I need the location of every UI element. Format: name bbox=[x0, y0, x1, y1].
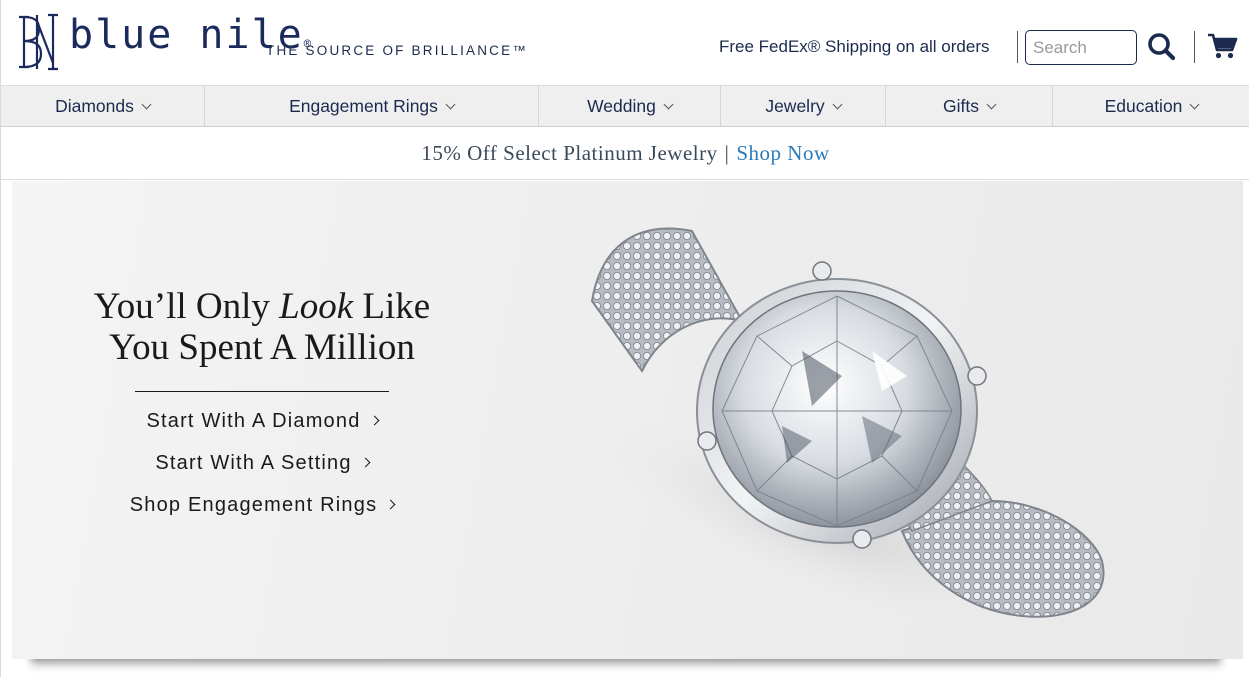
search-button[interactable] bbox=[1147, 31, 1177, 63]
hero-banner[interactable]: You’ll Only Look Like You Spent A Million… bbox=[12, 181, 1243, 659]
promo-banner: 15% Off Select Platinum Jewelry | Shop N… bbox=[1, 127, 1249, 180]
nav-item-jewelry[interactable]: Jewelry bbox=[721, 86, 886, 126]
cta-label: Start With A Setting bbox=[155, 452, 352, 474]
promo-text: 15% Off Select Platinum Jewelry bbox=[421, 140, 718, 165]
headline-part1: You’ll Only bbox=[93, 286, 280, 327]
headline-line2: You Spent A Million bbox=[109, 327, 415, 368]
header-divider bbox=[1017, 31, 1018, 63]
cta-label: Shop Engagement Rings bbox=[129, 494, 378, 516]
chevron-down-icon bbox=[663, 99, 674, 109]
headline-divider bbox=[135, 391, 389, 392]
shop-now-link[interactable]: Shop Now bbox=[736, 141, 829, 166]
nav-item-label: Wedding bbox=[587, 95, 656, 116]
main-nav: Diamonds Engagement Rings Wedding Jewelr… bbox=[1, 85, 1249, 127]
chevron-down-icon bbox=[832, 99, 843, 109]
headline-part2: Like bbox=[353, 286, 431, 327]
chevron-right-icon bbox=[385, 499, 396, 510]
nav-item-label: Jewelry bbox=[765, 95, 825, 116]
nav-item-wedding[interactable]: Wedding bbox=[539, 86, 721, 126]
shipping-promo-text[interactable]: Free FedEx® Shipping on all orders bbox=[719, 37, 990, 57]
chevron-down-icon bbox=[141, 99, 152, 109]
chevron-right-icon bbox=[360, 457, 371, 468]
nav-item-label: Diamonds bbox=[55, 95, 134, 116]
start-with-setting-link[interactable]: Start With A Setting bbox=[72, 452, 452, 475]
chevron-right-icon bbox=[369, 415, 379, 426]
header-divider bbox=[1194, 31, 1195, 63]
search-input[interactable] bbox=[1025, 30, 1137, 65]
nav-item-diamonds[interactable]: Diamonds bbox=[1, 86, 205, 126]
cart-icon bbox=[1208, 33, 1238, 59]
nav-item-gifts[interactable]: Gifts bbox=[886, 86, 1053, 126]
nav-item-label: Gifts bbox=[943, 95, 979, 116]
brand-tagline: THE SOURCE OF BRILLIANCE™ bbox=[266, 43, 529, 58]
hero-copy: You’ll Only Look Like You Spent A Million… bbox=[72, 286, 452, 517]
nav-item-engagement-rings[interactable]: Engagement Rings bbox=[205, 86, 539, 126]
headline-italic: Look bbox=[279, 286, 354, 327]
bn-monogram-icon bbox=[19, 13, 58, 71]
page: blue nile® THE SOURCE OF BRILLIANCE™ Fre… bbox=[0, 0, 1249, 677]
nav-item-label: Engagement Rings bbox=[289, 95, 438, 116]
cta-label: Start With A Diamond bbox=[146, 410, 361, 432]
shop-engagement-rings-link[interactable]: Shop Engagement Rings bbox=[72, 494, 452, 517]
hero-headline: You’ll Only Look Like You Spent A Million bbox=[72, 286, 452, 368]
cart-button[interactable] bbox=[1206, 31, 1238, 61]
chevron-down-icon bbox=[1189, 99, 1200, 109]
start-with-diamond-link[interactable]: Start With A Diamond bbox=[72, 410, 452, 433]
site-header: blue nile® THE SOURCE OF BRILLIANCE™ Fre… bbox=[1, 0, 1249, 85]
chevron-down-icon bbox=[986, 99, 997, 109]
nav-item-label: Education bbox=[1104, 95, 1183, 116]
nav-item-education[interactable]: Education bbox=[1053, 86, 1249, 126]
diamond-ring-image bbox=[590, 227, 1105, 624]
chevron-down-icon bbox=[445, 99, 456, 109]
promo-separator: | bbox=[724, 140, 730, 165]
brand-logo[interactable] bbox=[15, 10, 61, 74]
search-icon bbox=[1148, 33, 1176, 61]
